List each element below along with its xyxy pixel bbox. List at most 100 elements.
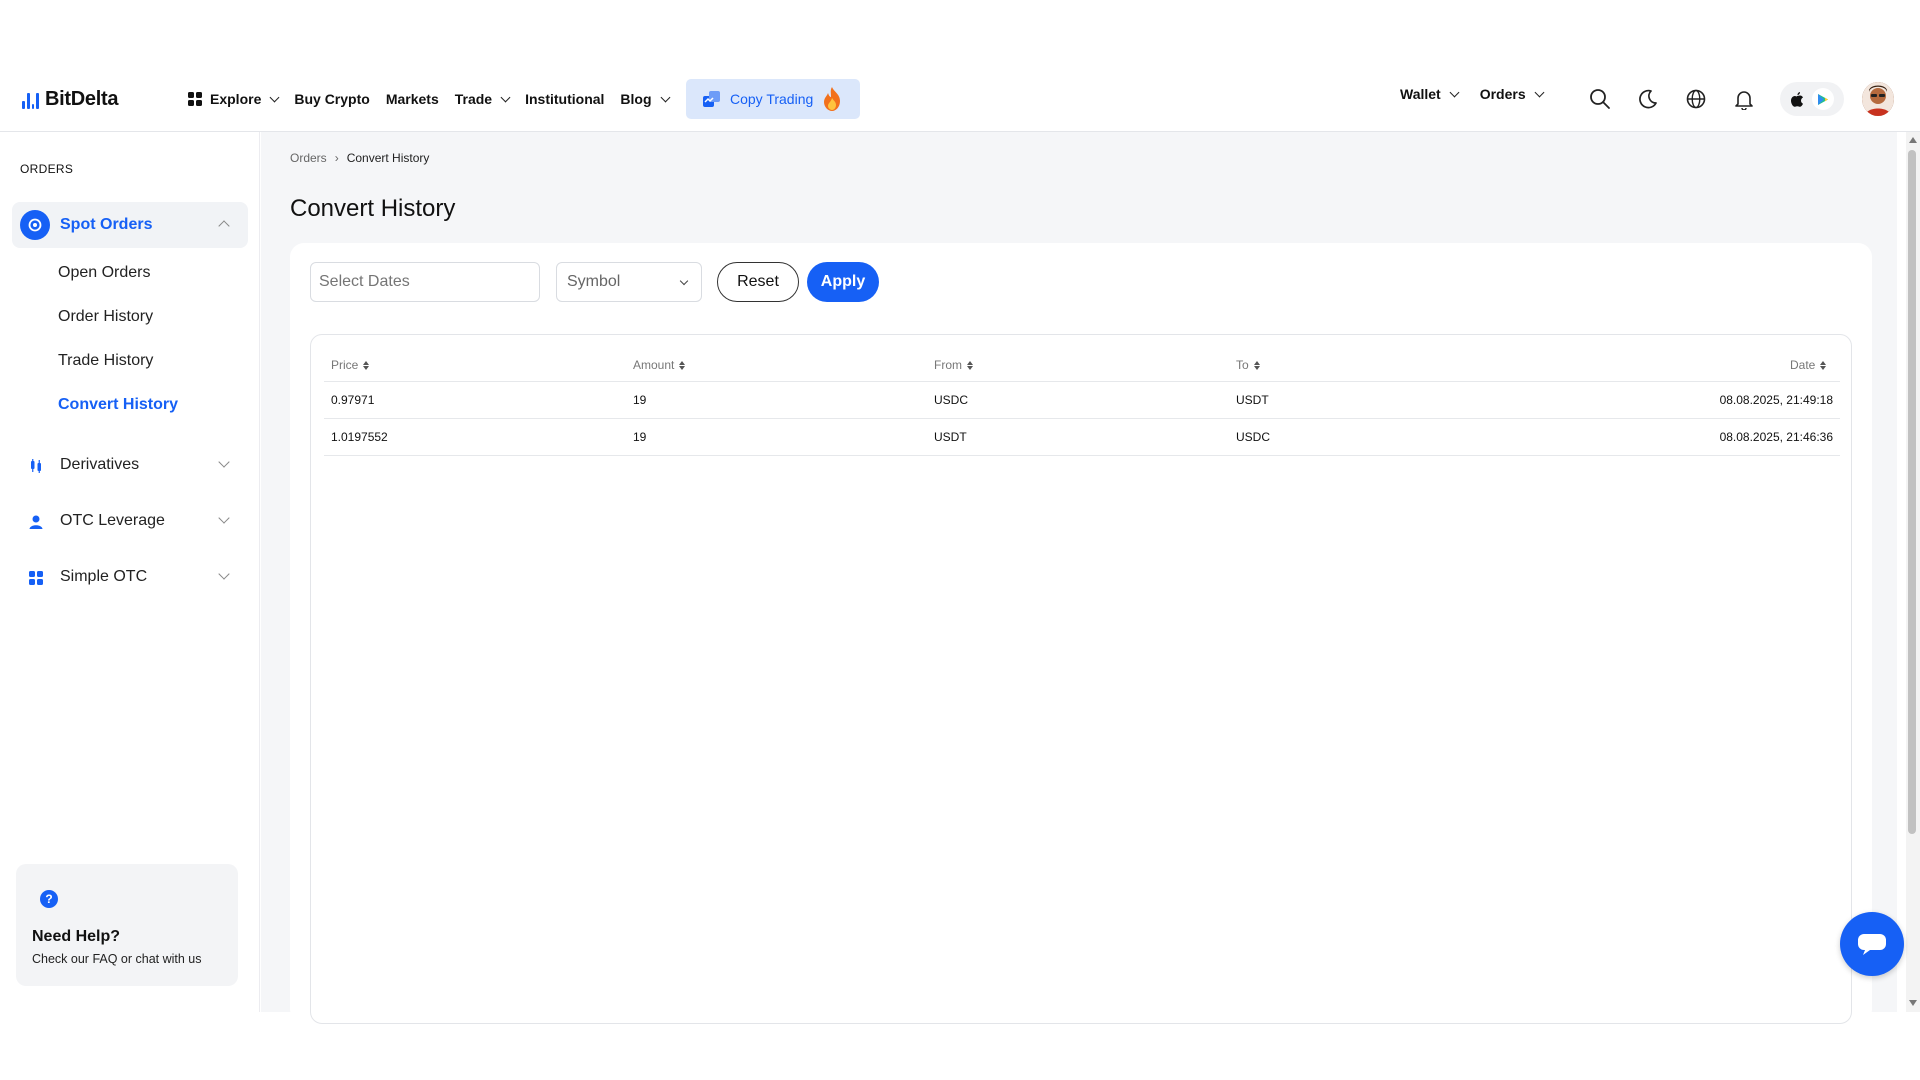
chat-icon (1858, 934, 1886, 955)
column-header-date[interactable]: Date (1790, 358, 1827, 372)
page-title: Convert History (290, 195, 456, 222)
fire-icon (824, 87, 841, 111)
nav-explore-label: Explore (210, 91, 262, 107)
copy-trading-button[interactable]: Copy Trading (686, 79, 860, 119)
sort-icon (363, 360, 370, 370)
column-header-amount-label: Amount (633, 358, 675, 372)
chevron-down-icon (679, 276, 689, 286)
copy-trading-label: Copy Trading (730, 91, 814, 107)
nav-orders-label: Orders (1479, 86, 1526, 102)
app-download-toggle[interactable] (1780, 82, 1844, 116)
cell-price: 0.97971 (331, 393, 375, 407)
spot-orders-icon (20, 210, 50, 240)
simple-otc-label: Simple OTC (60, 568, 148, 585)
column-header-price-label: Price (331, 358, 359, 372)
sort-icon (1253, 360, 1260, 370)
cell-to: USDC (1236, 430, 1271, 444)
sort-icon (967, 360, 973, 370)
date-range-input[interactable] (310, 262, 540, 302)
copy-trading-icon (703, 91, 720, 107)
nav-explore[interactable]: Explore (188, 91, 280, 107)
help-subtitle: Check our FAQ or chat with us (32, 952, 202, 966)
chevron-down-icon (660, 92, 670, 102)
scrollbar-thumb[interactable] (1908, 150, 1916, 834)
chevron-down-icon (269, 92, 280, 102)
grid-icon (188, 92, 202, 106)
table-header-divider (324, 381, 1840, 382)
chat-button[interactable] (1840, 912, 1904, 976)
brand-name: BitDelta (45, 88, 119, 110)
sidebar-item-order-history[interactable]: Order History (58, 308, 153, 326)
row-divider (324, 418, 1840, 419)
spot-orders-label: Spot Orders (60, 216, 153, 233)
nav-blog[interactable]: Blog (620, 91, 670, 107)
help-card[interactable]: ? Need Help? Check our FAQ or chat with … (16, 864, 238, 986)
candlestick-icon (31, 459, 41, 473)
sort-icon (679, 360, 686, 370)
cell-price: 1.0197552 (331, 430, 388, 444)
brand-logo[interactable]: BitDelta (22, 88, 118, 111)
google-play-button[interactable] (1812, 88, 1834, 110)
help-icon: ? (40, 890, 58, 908)
otc-leverage-label: OTC Leverage (60, 512, 165, 529)
sidebar-item-otc-leverage[interactable]: OTC Leverage (0, 502, 248, 542)
scroll-down-arrow-icon[interactable] (1909, 1000, 1917, 1006)
nav-trade[interactable]: Trade (455, 91, 511, 107)
sidebar-item-open-orders[interactable]: Open Orders (58, 264, 150, 282)
sidebar-item-derivatives[interactable]: Derivatives (0, 446, 248, 486)
chevron-down-icon (500, 92, 511, 102)
breadcrumb-orders[interactable]: Orders (290, 151, 327, 165)
chevron-down-icon (218, 568, 230, 580)
logo-icon (22, 91, 39, 109)
symbol-select[interactable]: Symbol (556, 262, 702, 302)
breadcrumb-separator-icon: › (334, 151, 339, 165)
chevron-down-icon (218, 456, 230, 468)
account-nav: Wallet Orders (1400, 86, 1565, 102)
sidebar-item-trade-history[interactable]: Trade History (58, 352, 153, 370)
google-play-icon (1818, 93, 1828, 105)
breadcrumb-current: Convert History (346, 151, 430, 165)
nav-institutional[interactable]: Institutional (525, 91, 604, 107)
sidebar: ORDERS Spot Orders Open Orders Order His… (0, 132, 260, 1012)
row-divider (324, 455, 1840, 456)
nav-orders[interactable]: Orders (1479, 86, 1545, 102)
search-icon[interactable] (1589, 88, 1611, 110)
avatar-icon (1862, 82, 1894, 116)
cell-from: USDT (934, 430, 967, 444)
nav-blog-label: Blog (620, 91, 652, 107)
bell-icon[interactable] (1733, 88, 1755, 110)
cell-from: USDC (934, 393, 969, 407)
avatar[interactable] (1862, 82, 1894, 116)
cell-amount: 19 (633, 393, 647, 407)
reset-button[interactable]: Reset (717, 262, 799, 302)
sidebar-group-spot-orders[interactable]: Spot Orders (12, 202, 248, 248)
apply-button[interactable]: Apply (807, 262, 879, 302)
chevron-down-icon (218, 512, 230, 524)
column-header-to-label: To (1236, 358, 1249, 372)
column-header-to[interactable]: To (1236, 358, 1260, 372)
main-nav: Explore Buy Crypto Markets Trade Institu… (188, 86, 685, 112)
nav-markets[interactable]: Markets (386, 91, 439, 107)
column-header-price[interactable]: Price (331, 358, 370, 372)
derivatives-label: Derivatives (60, 456, 140, 473)
column-header-amount[interactable]: Amount (633, 358, 686, 372)
help-title: Need Help? (32, 928, 121, 945)
sidebar-item-convert-history[interactable]: Convert History (58, 396, 178, 414)
apple-icon[interactable] (1790, 91, 1804, 107)
sidebar-heading: ORDERS (20, 162, 74, 176)
nav-buy-crypto[interactable]: Buy Crypto (294, 91, 369, 107)
sort-icon (1820, 360, 1827, 370)
nav-wallet-label: Wallet (1400, 86, 1441, 102)
scroll-up-arrow-icon[interactable] (1909, 137, 1917, 143)
column-header-from-label: From (934, 358, 962, 372)
column-header-from[interactable]: From (934, 358, 973, 372)
cell-to: USDT (1236, 393, 1269, 407)
globe-icon[interactable] (1685, 88, 1707, 110)
cell-date: 08.08.2025, 21:46:36 (1719, 430, 1833, 444)
nav-wallet[interactable]: Wallet (1400, 86, 1460, 102)
cell-amount: 19 (633, 430, 647, 444)
cell-date: 08.08.2025, 21:49:18 (1719, 393, 1833, 407)
moon-icon[interactable] (1637, 88, 1659, 110)
sidebar-item-simple-otc[interactable]: Simple OTC (0, 558, 248, 598)
chevron-up-icon (218, 220, 230, 232)
